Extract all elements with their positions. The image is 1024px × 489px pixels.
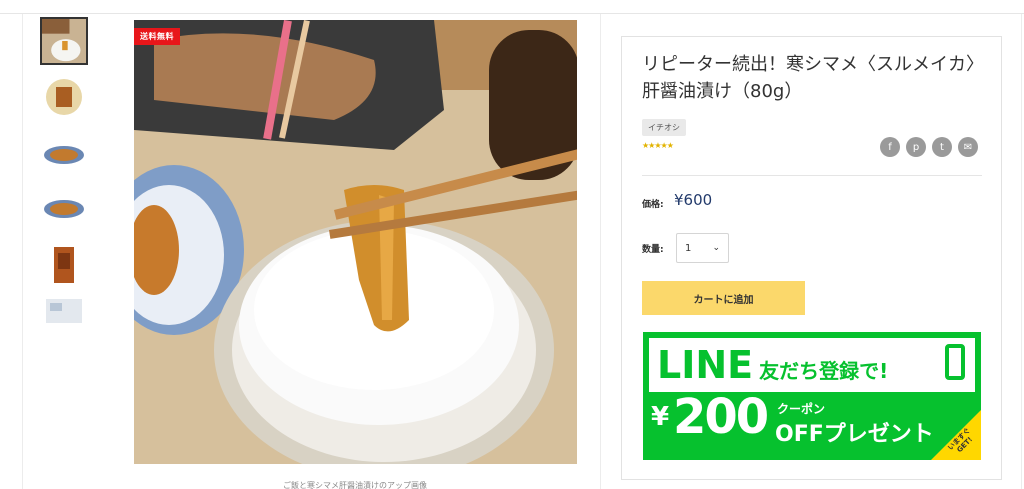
free-shipping-badge: 送料無料 bbox=[134, 28, 180, 45]
image-caption: ご飯と寒シマメ肝醤油漬けのアップ画像 bbox=[283, 481, 427, 489]
coupon-off-text: OFFプレゼント bbox=[775, 422, 934, 447]
line-banner-top: LINE 友だち登録で! bbox=[649, 338, 975, 392]
quantity-select[interactable]: 1 ⌄ bbox=[676, 233, 729, 263]
main-product-image bbox=[134, 20, 577, 464]
quantity-value: 1 bbox=[685, 242, 692, 254]
left-divider bbox=[22, 14, 23, 489]
right-divider bbox=[1021, 14, 1022, 489]
center-divider bbox=[600, 14, 601, 489]
share-buttons: f p t ✉ bbox=[880, 137, 978, 157]
thumbnail-6[interactable] bbox=[40, 297, 88, 325]
pinterest-icon[interactable]: p bbox=[906, 137, 926, 157]
quantity-label: 数量: bbox=[642, 245, 664, 255]
thumbnail-list bbox=[40, 17, 90, 333]
line-logo-text: LINE bbox=[657, 343, 754, 387]
thumbnail-2[interactable] bbox=[40, 73, 88, 121]
product-info-panel: リピーター続出！寒シマメ〈スルメイカ〉肝醤油漬け（80g） イチオシ ★★★★★… bbox=[621, 36, 1002, 480]
coupon-amount: 200 bbox=[673, 389, 769, 445]
thumbnail-5[interactable] bbox=[40, 241, 88, 289]
thumbnail-3[interactable] bbox=[40, 129, 88, 177]
facebook-icon[interactable]: f bbox=[880, 137, 900, 157]
smartphone-icon bbox=[945, 344, 965, 380]
thumbnail-4[interactable] bbox=[40, 185, 88, 233]
price-label: 価格: bbox=[642, 200, 664, 210]
twitter-icon[interactable]: t bbox=[932, 137, 952, 157]
coupon-yen: ¥ bbox=[651, 402, 670, 432]
coupon-label: クーポン bbox=[777, 402, 826, 416]
chevron-down-icon: ⌄ bbox=[712, 243, 720, 253]
recommend-tag[interactable]: イチオシ bbox=[642, 119, 686, 136]
divider bbox=[642, 175, 982, 176]
thumbnail-1[interactable] bbox=[40, 17, 88, 65]
line-friend-text: 友だち登録で! bbox=[759, 358, 889, 383]
line-coupon-banner[interactable]: LINE 友だち登録で! ¥ 200 クーポン OFFプレゼント いますぐ GE… bbox=[643, 332, 981, 460]
product-title: リピーター続出！寒シマメ〈スルメイカ〉肝醤油漬け（80g） bbox=[642, 54, 984, 102]
rating-stars: ★★★★★ bbox=[642, 141, 674, 150]
price-value: ¥600 bbox=[674, 191, 713, 209]
mail-icon[interactable]: ✉ bbox=[958, 137, 978, 157]
add-to-cart-button[interactable]: カートに追加 bbox=[642, 281, 805, 315]
top-bar bbox=[0, 0, 1024, 14]
